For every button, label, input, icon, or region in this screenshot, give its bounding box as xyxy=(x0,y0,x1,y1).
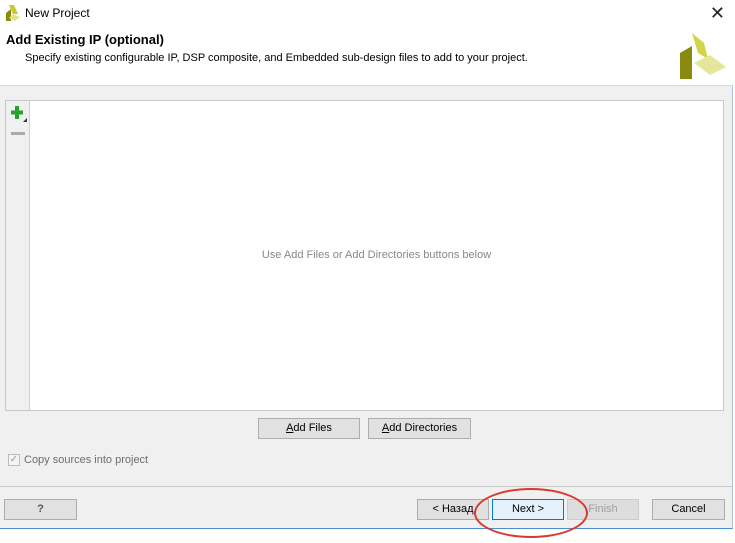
window-title: New Project xyxy=(25,6,90,20)
checkbox-checked-icon[interactable]: ✓ xyxy=(8,454,20,466)
xilinx-logo-icon xyxy=(680,33,726,79)
cancel-button[interactable]: Cancel xyxy=(652,499,725,520)
next-button[interactable]: Next > xyxy=(492,499,564,520)
page-header: Add Existing IP (optional) Specify exist… xyxy=(0,28,733,86)
divider xyxy=(0,486,733,487)
add-files-button[interactable]: Add Files xyxy=(258,418,360,439)
close-icon[interactable]: ✕ xyxy=(710,3,725,24)
ip-file-list[interactable]: Use Add Files or Add Directories buttons… xyxy=(5,100,724,411)
finish-button: Finish xyxy=(567,499,639,520)
page-title: Add Existing IP (optional) xyxy=(6,32,164,47)
back-button[interactable]: < Назад xyxy=(417,499,489,520)
title-bar: New Project ✕ xyxy=(0,0,733,28)
remove-icon[interactable] xyxy=(11,132,25,136)
empty-message: Use Add Files or Add Directories buttons… xyxy=(261,249,492,261)
xilinx-logo-icon xyxy=(6,5,20,21)
new-project-dialog: New Project ✕ Add Existing IP (optional)… xyxy=(0,0,733,529)
list-toolbar xyxy=(6,101,30,410)
add-directories-button[interactable]: Add Directories xyxy=(368,418,471,439)
copy-sources-checkbox[interactable]: ✓ Copy sources into project xyxy=(8,454,148,466)
page-subtitle: Specify existing configurable IP, DSP co… xyxy=(25,52,528,64)
help-button[interactable]: ? xyxy=(4,499,77,520)
add-icon[interactable] xyxy=(10,105,28,123)
copy-sources-label: Copy sources into project xyxy=(24,454,149,466)
